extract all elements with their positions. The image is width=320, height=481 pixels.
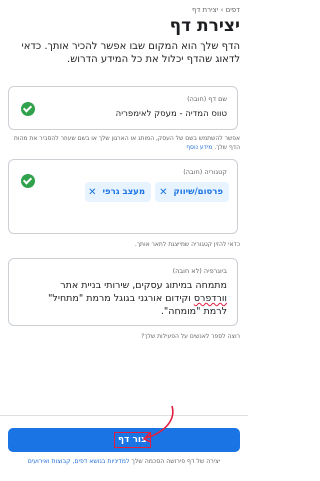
bio-line: מתמחה במיתוג עסקים, שירותי בניית אתר	[60, 280, 227, 291]
terms-link[interactable]: למדיניות בנושא דפים, קבוצות ואירועים	[28, 458, 130, 465]
chip-label: מעצב גרפי	[102, 187, 145, 197]
category-help-text: כדאי להזין קטגוריה שמייצגת לתאר אותך.	[134, 241, 240, 248]
check-circle-icon	[21, 174, 35, 188]
create-page-button-label: צור דף	[114, 432, 151, 448]
bio-field[interactable]: ביוגרפיה (לא חובה) מתמחה במיתוג עסקים, ש…	[8, 258, 238, 326]
page-name-label: שם דף (חובה)	[187, 95, 227, 103]
category-chip[interactable]: פרסום/שיווק ✕	[155, 182, 229, 202]
page-name-help: אפשר להשתמש בשם של העסק, המותג או הארגון…	[8, 134, 240, 152]
category-chip[interactable]: מעצב גרפי ✕	[85, 182, 151, 202]
terms-prefix: יצירה של דף פירושה הסכמה שלך	[129, 458, 221, 465]
breadcrumb[interactable]: דפים › יצירת דף	[192, 6, 240, 14]
learn-more-link[interactable]: מידע נוסף	[186, 144, 212, 151]
terms-text: יצירה של דף פירושה הסכמה שלך למדיניות בנ…	[8, 457, 240, 466]
bio-help-text: רוצה לספר לאנשים על הפעילות שלך?	[141, 333, 240, 340]
create-page-button[interactable]: צור דף	[8, 428, 240, 452]
category-field[interactable]: קטגוריה (חובה) פרסום/שיווק ✕ מעצב גרפי ✕	[8, 159, 238, 234]
check-circle-icon	[21, 102, 35, 116]
category-label: קטגוריה (חובה)	[183, 168, 227, 176]
page-name-input[interactable]: טווס המדיה - מעסק לאימפריה	[116, 109, 227, 119]
bio-line: וורדפרס וקידום אורגני בגוגל מרמת "מתחיל"	[19, 292, 227, 305]
intro-text: הדף שלך הוא המקום שבו אפשר להכיר אותך. כ…	[21, 41, 240, 65]
bio-line-rest: וקידום אורגני בגוגל מרמת "מתחיל"	[48, 293, 194, 304]
close-icon[interactable]: ✕	[159, 187, 167, 198]
footer: צור דף יצירה של דף פירושה הסכמה שלך למדי…	[0, 415, 248, 481]
page-name-field[interactable]: שם דף (חובה) טווס המדיה - מעסק לאימפריה	[8, 86, 238, 130]
bio-label: ביוגרפיה (לא חובה)	[172, 267, 227, 275]
bio-line: לרמת "מומחה".	[160, 306, 227, 317]
misspelled-word: וורדפרס	[193, 293, 227, 304]
create-page-form: דפים › יצירת דף יצירת דף הדף שלך הוא המק…	[0, 0, 248, 480]
page-title: יצירת דף	[169, 16, 240, 36]
chip-label: פרסום/שיווק	[173, 187, 223, 197]
close-icon[interactable]: ✕	[88, 187, 96, 198]
bio-textarea[interactable]: מתמחה במיתוג עסקים, שירותי בניית אתר וור…	[19, 279, 227, 318]
